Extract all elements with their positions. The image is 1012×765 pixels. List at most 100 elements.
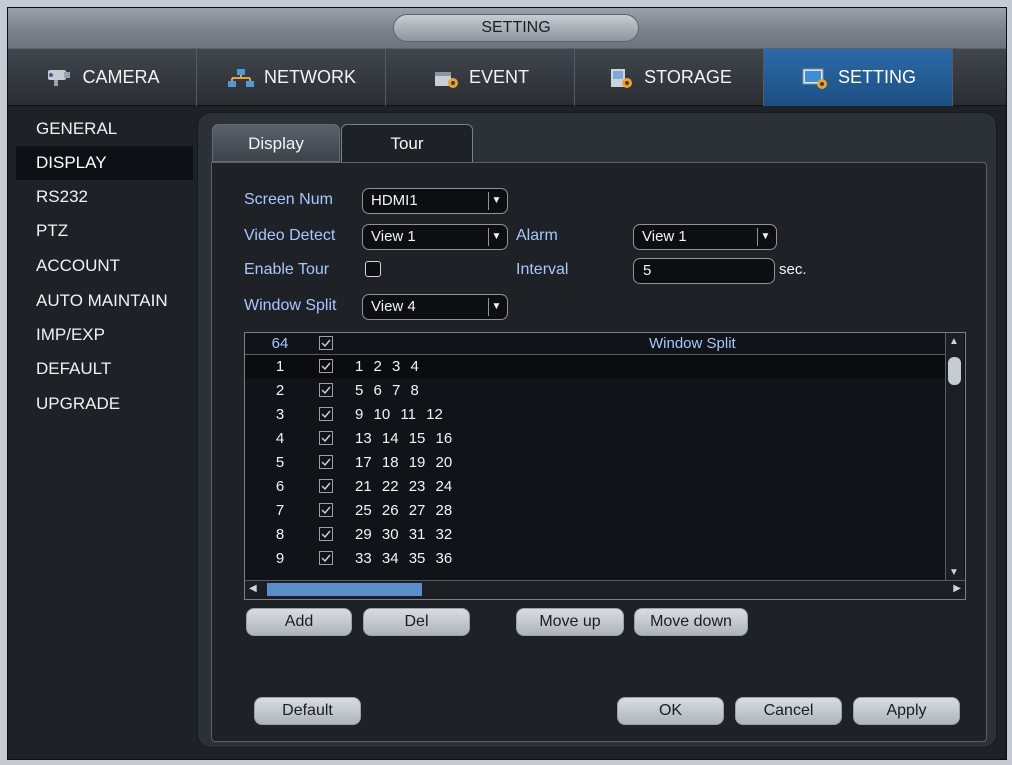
row-checkbox[interactable]: [319, 479, 333, 493]
row-number: 8: [275, 526, 285, 543]
sidebar-item-imp-exp[interactable]: IMP/EXP: [16, 318, 193, 352]
sidebar-item-account[interactable]: ACCOUNT: [16, 249, 193, 283]
screen-num-label: Screen Num: [244, 191, 333, 208]
check-icon: [321, 506, 331, 515]
row-window-split: 21 22 23 24: [355, 478, 453, 495]
table-row[interactable]: 1 1 2 3 4: [245, 355, 945, 378]
select-all-checkbox[interactable]: [319, 336, 333, 350]
header-count: 64: [271, 335, 289, 352]
sidebar-item-general[interactable]: GENERAL: [16, 112, 193, 146]
scroll-thumb[interactable]: [948, 357, 961, 385]
chevron-down-icon: ▼: [757, 228, 773, 246]
apply-button[interactable]: Apply: [853, 697, 960, 725]
video-detect-label: Video Detect: [244, 227, 336, 244]
tab-display[interactable]: Display: [212, 124, 340, 162]
tab-network[interactable]: NETWORK: [197, 49, 386, 106]
table-row[interactable]: 3 9 10 11 12: [245, 403, 945, 426]
del-button[interactable]: Del: [363, 608, 470, 636]
sidebar-item-display[interactable]: DISPLAY: [16, 146, 193, 180]
row-window-split: 25 26 27 28: [355, 502, 453, 519]
enable-tour-checkbox[interactable]: [365, 261, 381, 277]
table-row[interactable]: 7 25 26 27 28: [245, 499, 945, 522]
alarm-value: View 1: [642, 228, 687, 245]
chevron-down-icon: ▼: [488, 192, 504, 210]
tab-event[interactable]: EVENT: [386, 49, 575, 106]
tab-tour[interactable]: Tour: [341, 124, 473, 162]
check-icon: [321, 530, 331, 539]
cancel-button[interactable]: Cancel: [735, 697, 842, 725]
chevron-down-icon: ▼: [488, 228, 504, 246]
main-tabs: CAMERA NETWORK EVENT STORAGE SETTING: [8, 48, 1006, 106]
row-window-split: 29 30 31 32: [355, 526, 453, 543]
row-window-split: 5 6 7 8: [355, 382, 419, 399]
chevron-down-icon: ▼: [488, 298, 504, 316]
tab-setting[interactable]: SETTING: [764, 49, 953, 106]
check-icon: [321, 554, 331, 563]
row-number: 7: [275, 502, 285, 519]
interval-label: Interval: [516, 261, 569, 278]
table-row[interactable]: 2 5 6 7 8: [245, 379, 945, 402]
row-checkbox[interactable]: [319, 551, 333, 565]
scroll-up-icon[interactable]: ▲: [949, 336, 959, 347]
row-checkbox[interactable]: [319, 527, 333, 541]
table-row[interactable]: 4 13 14 15 16: [245, 427, 945, 450]
default-button[interactable]: Default: [254, 697, 361, 725]
tab-camera[interactable]: CAMERA: [8, 49, 197, 106]
table-row[interactable]: 6 21 22 23 24: [245, 475, 945, 498]
scroll-left-icon[interactable]: ◀: [249, 583, 257, 594]
check-icon: [321, 386, 331, 395]
sidebar-item-default[interactable]: DEFAULT: [16, 352, 193, 386]
add-button[interactable]: Add: [246, 608, 352, 636]
row-checkbox[interactable]: [319, 383, 333, 397]
table-row[interactable]: 5 17 18 19 20: [245, 451, 945, 474]
horizontal-scroll-thumb[interactable]: [267, 583, 422, 596]
camera-icon: [44, 66, 74, 90]
move-down-button[interactable]: Move down: [634, 608, 748, 636]
sidebar-item-rs232[interactable]: RS232: [16, 180, 193, 214]
table-row[interactable]: 9 33 34 35 36: [245, 547, 945, 570]
table-header: 64 Window Split: [245, 333, 945, 355]
row-window-split: 33 34 35 36: [355, 550, 453, 567]
table-row[interactable]: 8 29 30 31 32: [245, 523, 945, 546]
sidebar: GENERAL DISPLAY RS232 PTZ ACCOUNT AUTO M…: [8, 106, 193, 759]
row-number: 9: [275, 550, 285, 567]
scroll-right-icon[interactable]: ▶: [953, 583, 961, 594]
event-icon: [431, 66, 461, 90]
row-number: 6: [275, 478, 285, 495]
window-split-label: Window Split: [244, 297, 337, 314]
row-window-split: 13 14 15 16: [355, 430, 453, 447]
sidebar-item-auto-maintain[interactable]: AUTO MAINTAIN: [16, 284, 193, 318]
screen-num-select[interactable]: HDMI1 ▼: [362, 188, 508, 214]
window-split-value: View 4: [371, 298, 416, 315]
tab-storage[interactable]: STORAGE: [575, 49, 764, 106]
window-title: SETTING: [393, 14, 639, 42]
storage-icon: [606, 66, 636, 90]
row-number: 4: [275, 430, 285, 447]
vertical-scrollbar[interactable]: ▲ ▼: [945, 333, 964, 581]
interval-unit: sec.: [779, 261, 807, 278]
setting-icon: [800, 66, 830, 90]
row-checkbox[interactable]: [319, 359, 333, 373]
network-icon: [226, 66, 256, 90]
scroll-down-icon[interactable]: ▼: [949, 567, 959, 578]
ok-button[interactable]: OK: [617, 697, 724, 725]
row-checkbox[interactable]: [319, 407, 333, 421]
check-icon: [321, 410, 331, 419]
row-checkbox[interactable]: [319, 431, 333, 445]
row-number: 1: [275, 358, 285, 375]
alarm-select[interactable]: View 1 ▼: [633, 224, 777, 250]
sidebar-item-upgrade[interactable]: UPGRADE: [16, 387, 193, 421]
check-icon: [321, 434, 331, 443]
move-up-button[interactable]: Move up: [516, 608, 624, 636]
interval-input[interactable]: 5: [633, 258, 775, 284]
sidebar-item-ptz[interactable]: PTZ: [16, 214, 193, 248]
check-icon: [321, 458, 331, 467]
horizontal-scrollbar[interactable]: ◀ ▶: [245, 580, 965, 599]
row-number: 5: [275, 454, 285, 471]
row-checkbox[interactable]: [319, 455, 333, 469]
video-detect-value: View 1: [371, 228, 416, 245]
video-detect-select[interactable]: View 1 ▼: [362, 224, 508, 250]
window-split-select[interactable]: View 4 ▼: [362, 294, 508, 320]
enable-tour-label: Enable Tour: [244, 261, 330, 278]
row-checkbox[interactable]: [319, 503, 333, 517]
